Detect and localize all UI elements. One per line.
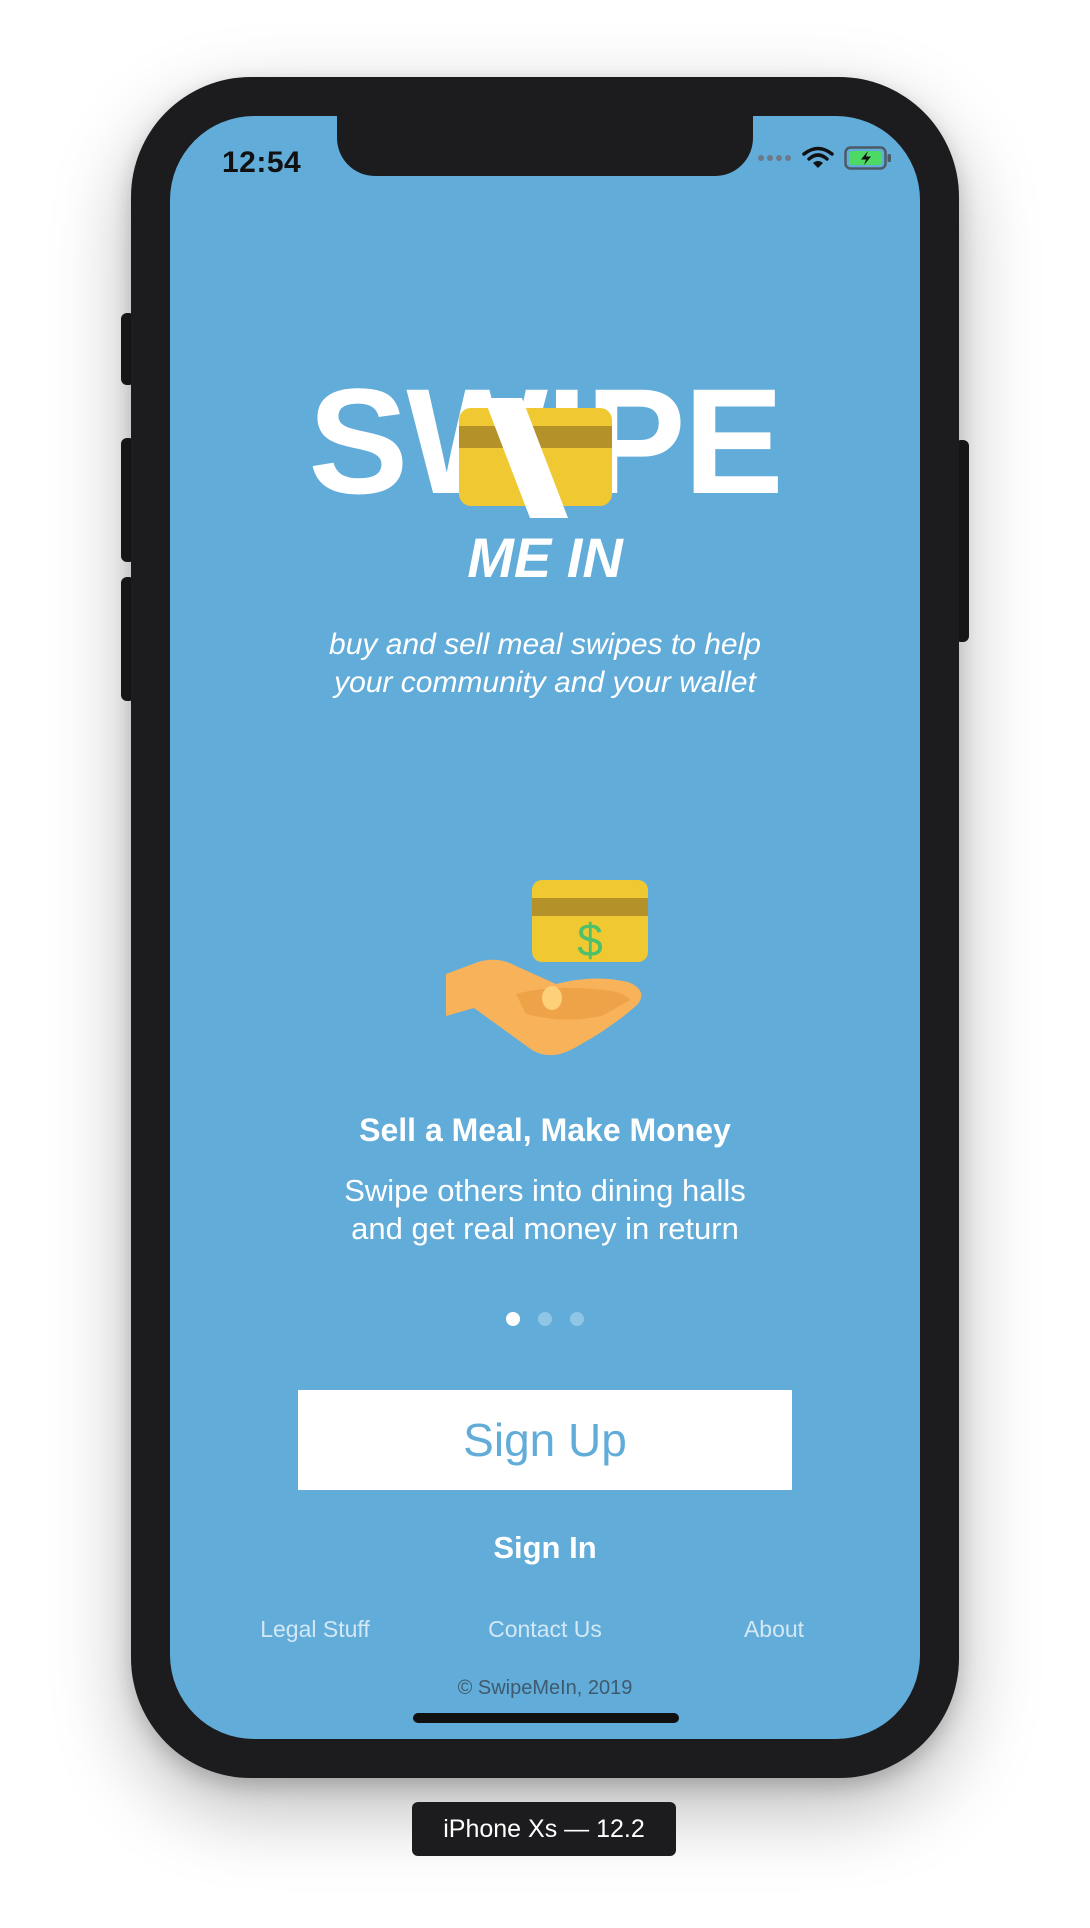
onboarding-description: Swipe others into dining halls and get r… (170, 1172, 920, 1248)
credit-card-icon (459, 398, 612, 518)
simulator-device-label: iPhone Xs — 12.2 (412, 1802, 676, 1856)
simulator-stage: 12:54 SWIPE (0, 0, 1090, 1928)
hand-holding-card-icon: $ (446, 880, 648, 1056)
onboarding-desc-line-2: and get real money in return (351, 1211, 739, 1246)
app-screen: 12:54 SWIPE (170, 116, 920, 1739)
cellular-dots-icon (758, 155, 791, 161)
contact-us-link[interactable]: Contact Us (425, 1616, 665, 1643)
sign-up-button[interactable]: Sign Up (298, 1390, 792, 1490)
svg-text:$: $ (577, 914, 603, 966)
home-indicator[interactable] (413, 1713, 679, 1723)
page-dot[interactable] (506, 1312, 520, 1326)
copyright-text: © SwipeMeIn, 2019 (457, 1677, 633, 1699)
page-indicator[interactable] (170, 1312, 920, 1326)
swipe-me-in-logo: SWIPE ME IN (170, 356, 920, 588)
about-link[interactable]: About (654, 1616, 894, 1643)
tagline: buy and sell meal swipes to help your co… (170, 626, 920, 702)
sign-in-button[interactable]: Sign In (170, 1530, 920, 1566)
page-dot[interactable] (538, 1312, 552, 1326)
legal-stuff-link[interactable]: Legal Stuff (195, 1616, 435, 1643)
logo-subtitle: ME IN (467, 526, 623, 589)
status-time: 12:54 (222, 146, 302, 179)
battery-charging-icon (844, 146, 891, 170)
notch (337, 116, 753, 176)
onboarding-title: Sell a Meal, Make Money (359, 1112, 731, 1148)
onboarding-desc-line-1: Swipe others into dining halls (344, 1173, 746, 1208)
wifi-icon (802, 146, 834, 168)
tagline-line-1: buy and sell meal swipes to help (329, 628, 761, 661)
page-dot[interactable] (570, 1312, 584, 1326)
tagline-line-2: your community and your wallet (334, 666, 756, 699)
status-icons (758, 146, 892, 170)
